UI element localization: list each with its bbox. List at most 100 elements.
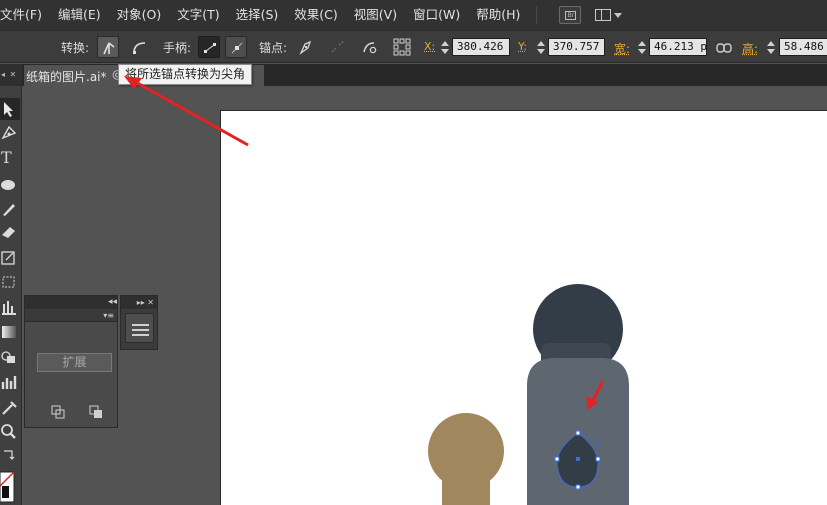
scale-icon [1, 251, 15, 265]
shape-builder-tool[interactable] [0, 346, 20, 368]
hide-handles-icon [231, 42, 243, 54]
fill-stroke-icon [0, 471, 15, 503]
free-transform-icon [2, 276, 15, 288]
show-handles-icon [204, 43, 216, 53]
tools-panel-header[interactable]: ◂ ✕ [0, 64, 22, 86]
add-anchor-button[interactable] [295, 36, 317, 58]
pen-tool[interactable] [0, 122, 20, 144]
menu-file[interactable]: 文件(F) [0, 0, 50, 30]
remove-anchor-icon [331, 40, 345, 53]
center-point [576, 457, 580, 461]
y-field[interactable]: 370.757 p [548, 38, 605, 56]
chevron-down-icon [614, 13, 623, 18]
height-label: 高: [742, 42, 759, 56]
width-stepper[interactable] [636, 39, 648, 56]
dock-panel-button[interactable] [125, 313, 154, 343]
brown-head-shape[interactable] [428, 413, 504, 489]
remove-anchor-button[interactable] [327, 36, 349, 58]
artboard[interactable] [220, 110, 827, 505]
menu-select[interactable]: 选择(S) [228, 0, 287, 30]
x-field[interactable]: 380.426 p [452, 38, 510, 56]
bridge-button[interactable]: Br [559, 6, 582, 24]
constrain-proportions-button[interactable] [713, 37, 735, 59]
show-handles-button[interactable] [198, 36, 220, 58]
ellipse-icon [1, 180, 15, 190]
free-transform-tool[interactable] [0, 271, 20, 293]
swap-arrows-icon [4, 450, 15, 460]
panel-collapse-icon[interactable]: ◂◂ [108, 296, 117, 309]
menu-edit[interactable]: 编辑(E) [50, 0, 109, 30]
menu-view[interactable]: 视图(V) [346, 0, 405, 30]
x-stepper[interactable] [439, 39, 451, 56]
bar-graph-tool[interactable] [0, 371, 20, 393]
pathfinder-panel: ◂◂ ▾≡ 扩展 [24, 295, 118, 428]
expand-button[interactable]: 扩展 [37, 353, 112, 372]
panel-menu-icon[interactable]: ▾≡ [103, 309, 114, 322]
fill-stroke-swatches[interactable] [0, 464, 20, 504]
menu-window[interactable]: 窗口(W) [405, 0, 468, 30]
menu-help[interactable]: 帮助(H) [468, 0, 528, 30]
bridge-icon: Br [565, 11, 577, 20]
zoom-icon [1, 424, 16, 439]
pathfinder-panel-header[interactable]: ◂◂ [25, 296, 117, 309]
selection-tool[interactable] [0, 98, 20, 120]
height-field[interactable]: 58.486 [779, 38, 827, 56]
convert-smooth-icon [133, 42, 146, 54]
gradient-icon [2, 326, 16, 338]
pen-anchor-icon [299, 40, 312, 55]
eraser-tool[interactable] [0, 221, 20, 243]
brown-body-shape[interactable] [442, 479, 490, 505]
height-stepper[interactable] [765, 39, 777, 56]
convert-to-corner-button[interactable] [97, 36, 119, 58]
align-grid-icon[interactable] [393, 38, 411, 56]
minus-back-icon[interactable] [89, 404, 103, 418]
shape-builder-icon [1, 351, 15, 363]
eraser-icon [2, 227, 15, 238]
collapsed-panel-dock: ▸▸ ✕ [120, 295, 158, 350]
pen-icon [1, 125, 17, 140]
graph-tool[interactable] [0, 296, 20, 318]
pointer-icon [4, 102, 13, 117]
swap-colors-button[interactable] [0, 444, 20, 466]
tools-panel: ◂ ✕ T [0, 64, 22, 505]
zoom-tool[interactable] [0, 421, 20, 443]
eyedropper-tool[interactable] [0, 397, 20, 419]
type-tool[interactable]: T [0, 148, 20, 170]
gradient-tool[interactable] [0, 321, 20, 343]
dock-header[interactable]: ▸▸ ✕ [121, 296, 157, 309]
artwork [428, 284, 629, 505]
bar-graph-icon [1, 376, 17, 389]
menu-separator [536, 6, 538, 24]
convert-label: 转换: [61, 41, 90, 55]
tooltip: 将所选锚点转换为尖角 [118, 64, 253, 85]
divide-icon[interactable] [51, 404, 65, 419]
eyedropper-icon [2, 401, 17, 415]
workspace-switcher-button[interactable] [595, 6, 623, 24]
convert-corner-icon [103, 42, 115, 55]
cut-path-button[interactable] [359, 36, 381, 58]
y-stepper[interactable] [535, 39, 547, 56]
pencil-tool[interactable] [0, 198, 20, 220]
convert-to-smooth-button[interactable] [128, 36, 150, 58]
hamburger-icon [132, 324, 149, 326]
type-icon: T [1, 148, 12, 167]
menu-effect[interactable]: 效果(C) [286, 0, 345, 30]
pencil-icon [3, 204, 15, 216]
menu-type[interactable]: 文字(T) [169, 0, 227, 30]
document-tab-title: 纸箱的图片.ai* [26, 70, 107, 84]
anchor-label: 锚点: [259, 41, 288, 55]
menu-bar: 文件(F) 编辑(E) 对象(O) 文字(T) 选择(S) 效果(C) 视图(V… [0, 0, 827, 30]
column-graph-icon [2, 301, 16, 315]
handles-label: 手柄: [163, 41, 192, 55]
cut-path-icon [363, 42, 377, 54]
pathfinder-tab-row: ▾≡ [25, 309, 117, 322]
hide-handles-button[interactable] [225, 36, 247, 58]
workspace-icon [595, 9, 612, 21]
menu-object[interactable]: 对象(O) [109, 0, 170, 30]
scale-tool[interactable] [0, 247, 20, 269]
ellipse-tool[interactable] [0, 174, 20, 196]
control-bar: 转换: 手柄: 锚点: X: 380.426 p Y: 37 [0, 30, 827, 63]
width-label: 宽: [614, 42, 631, 56]
illustrator-window: { "menu": { "items": ["文件(F)", "编辑(E)", … [0, 0, 827, 505]
width-field[interactable]: 46.213 pt [649, 38, 707, 56]
